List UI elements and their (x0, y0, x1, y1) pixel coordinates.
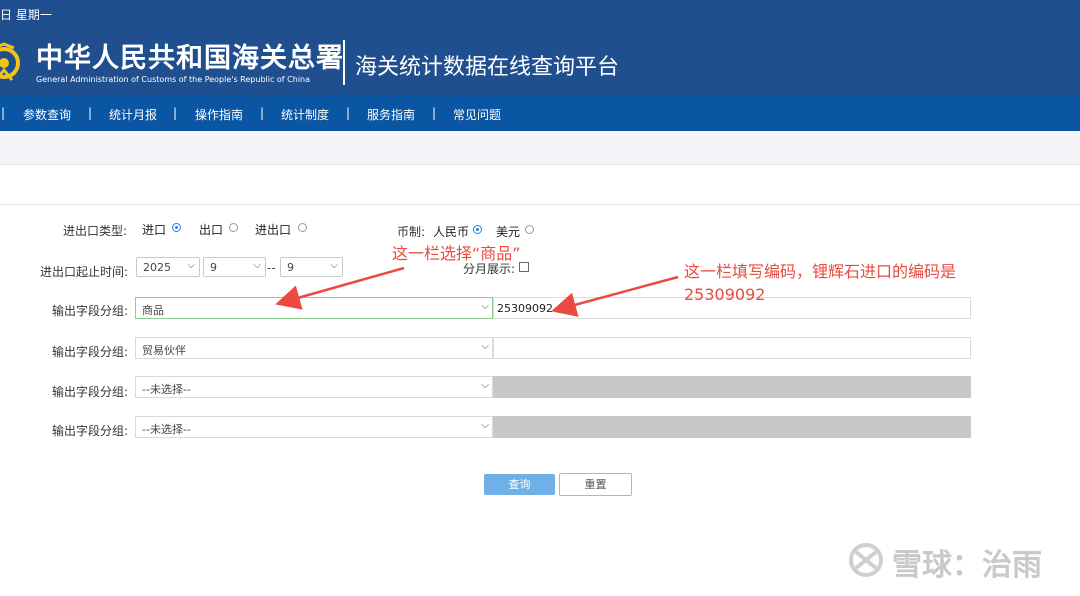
snowball-logo-icon (849, 543, 883, 577)
arrow-to-code-input (551, 275, 679, 317)
watermark-text: 雪球：治雨 (892, 548, 1042, 583)
arrow-to-goods-select (275, 266, 405, 310)
watermark: 雪球：治雨 (846, 540, 1056, 583)
annotation-arrows (275, 266, 679, 317)
